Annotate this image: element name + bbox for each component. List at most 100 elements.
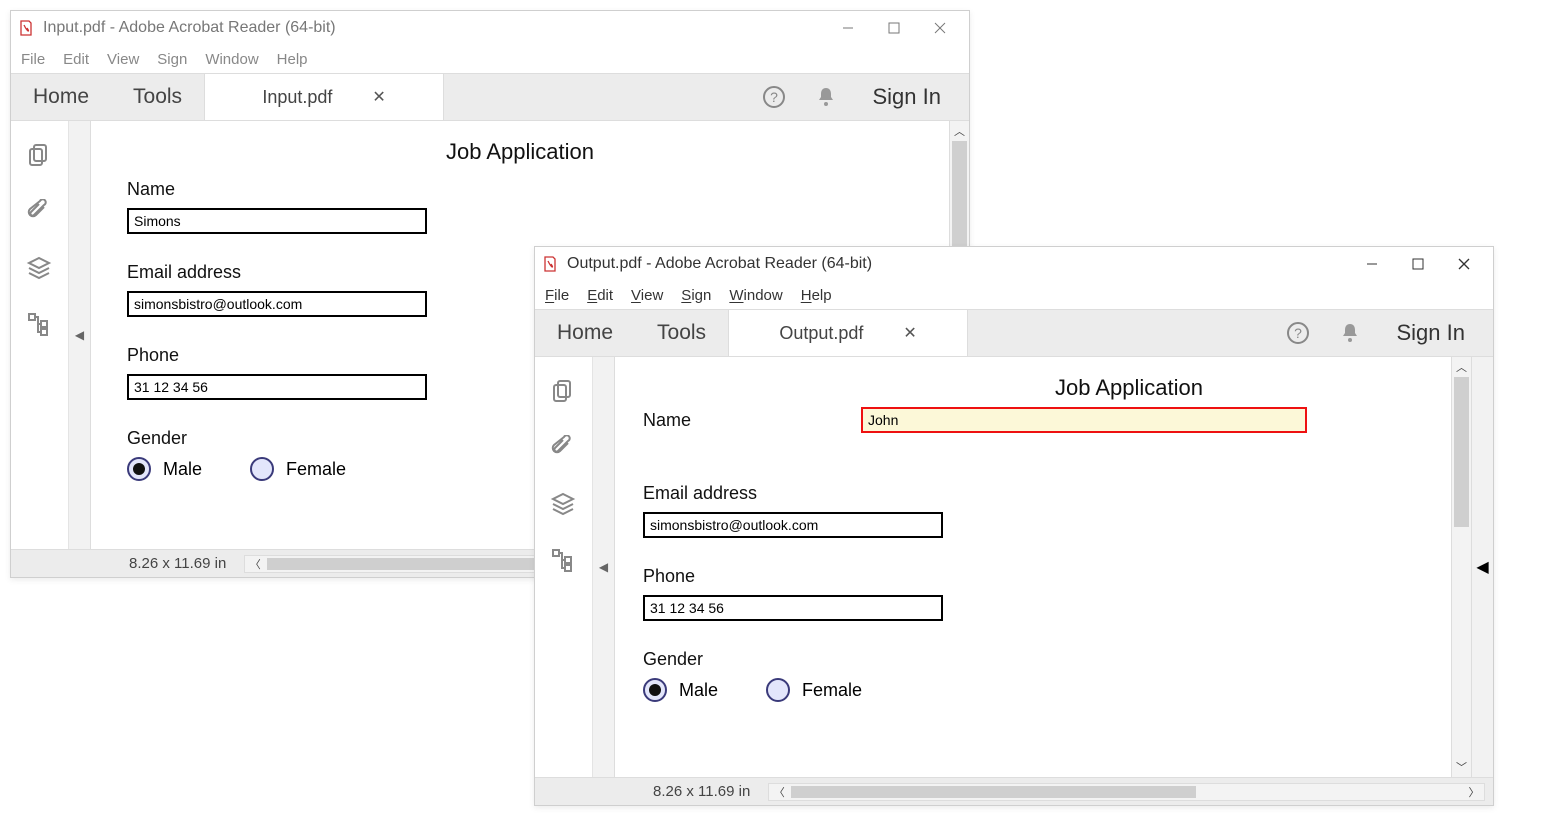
male-radio[interactable] xyxy=(127,457,151,481)
menu-edit[interactable]: Edit xyxy=(63,51,89,68)
maximize-button[interactable] xyxy=(871,13,917,43)
menu-sign[interactable]: Sign xyxy=(157,51,187,68)
toolbar: Home Tools Output.pdf ✕ ? Sign In xyxy=(535,309,1493,357)
close-button[interactable] xyxy=(1441,249,1487,279)
menu-view[interactable]: View xyxy=(631,287,663,304)
hscroll-thumb[interactable] xyxy=(791,786,1196,798)
horizontal-scrollbar[interactable]: 〈 〉 xyxy=(768,783,1485,801)
female-radio[interactable] xyxy=(250,457,274,481)
left-tool-panel xyxy=(11,121,69,549)
email-field[interactable] xyxy=(127,291,427,317)
email-label: Email address xyxy=(643,483,1415,504)
female-label: Female xyxy=(802,680,862,701)
acrobat-icon xyxy=(541,255,559,273)
left-tool-panel xyxy=(535,357,593,777)
name-label: Name xyxy=(127,179,913,200)
form-title: Job Application xyxy=(127,139,913,165)
phone-field[interactable] xyxy=(643,595,943,621)
document-view: Job Application Name Email address Phone xyxy=(615,357,1471,777)
menu-view[interactable]: View xyxy=(107,51,139,68)
tree-icon[interactable] xyxy=(26,311,54,339)
attachment-icon[interactable] xyxy=(26,199,54,227)
maximize-button[interactable] xyxy=(1395,249,1441,279)
toolbar: Home Tools Input.pdf ✕ ? Sign In xyxy=(11,73,969,121)
collapse-left-bar[interactable]: ◀ xyxy=(69,121,91,549)
minimize-button[interactable] xyxy=(1349,249,1395,279)
attachment-icon[interactable] xyxy=(550,435,578,463)
female-label: Female xyxy=(286,459,346,480)
signin-button[interactable]: Sign In xyxy=(863,84,952,110)
document-tab[interactable]: Output.pdf ✕ xyxy=(728,310,968,356)
window-title: Input.pdf - Adobe Acrobat Reader (64-bit… xyxy=(43,19,336,37)
page-dimensions: 8.26 x 11.69 in xyxy=(111,555,244,572)
home-button[interactable]: Home xyxy=(11,74,111,120)
menu-file[interactable]: File xyxy=(21,51,45,68)
document-content: Job Application Name Email address Phone xyxy=(615,357,1471,777)
titlebar: Input.pdf - Adobe Acrobat Reader (64-bit… xyxy=(11,11,969,45)
male-label: Male xyxy=(679,680,718,701)
form-title: Job Application xyxy=(843,375,1415,401)
signin-button[interactable]: Sign In xyxy=(1387,320,1476,346)
window-output: Output.pdf - Adobe Acrobat Reader (64-bi… xyxy=(534,246,1494,806)
male-label: Male xyxy=(163,459,202,480)
name-label: Name xyxy=(643,410,691,431)
menu-help[interactable]: Help xyxy=(801,287,832,304)
close-button[interactable] xyxy=(917,13,963,43)
svg-text:?: ? xyxy=(770,89,778,105)
minimize-button[interactable] xyxy=(825,13,871,43)
main-area: ◀ Job Application Name Email address Pho… xyxy=(535,357,1493,777)
scroll-right-icon[interactable]: 〉 xyxy=(1464,784,1484,800)
scroll-left-icon[interactable]: 〈 xyxy=(245,556,265,572)
triangle-left-icon: ◀ xyxy=(75,328,84,342)
document-tab-label: Input.pdf xyxy=(262,87,332,108)
triangle-left-icon: ◀ xyxy=(599,560,608,574)
bell-icon[interactable] xyxy=(811,82,841,112)
triangle-left-icon: ◀ xyxy=(1476,557,1488,577)
menubar: File Edit View Sign Window Help xyxy=(11,45,969,73)
close-tab-icon[interactable]: ✕ xyxy=(372,87,385,107)
collapse-left-bar[interactable]: ◀ xyxy=(593,357,615,777)
menu-window[interactable]: Window xyxy=(205,51,258,68)
menu-file[interactable]: File xyxy=(545,287,569,304)
vertical-scrollbar[interactable]: ︿ ﹀ xyxy=(1451,357,1471,777)
female-radio[interactable] xyxy=(766,678,790,702)
scroll-up-icon[interactable]: ︿ xyxy=(950,121,969,141)
scroll-down-icon[interactable]: ﹀ xyxy=(1452,757,1471,777)
gender-label: Gender xyxy=(643,649,1415,670)
menu-edit[interactable]: Edit xyxy=(587,287,613,304)
document-tab[interactable]: Input.pdf ✕ xyxy=(204,74,444,120)
tools-button[interactable]: Tools xyxy=(111,74,204,120)
menu-sign[interactable]: Sign xyxy=(681,287,711,304)
menu-window[interactable]: Window xyxy=(729,287,782,304)
statusbar: 8.26 x 11.69 in 〈 〉 xyxy=(535,777,1493,805)
titlebar: Output.pdf - Adobe Acrobat Reader (64-bi… xyxy=(535,247,1493,281)
pages-icon[interactable] xyxy=(26,143,54,171)
scroll-left-icon[interactable]: 〈 xyxy=(769,784,789,800)
phone-label: Phone xyxy=(643,566,1415,587)
home-button[interactable]: Home xyxy=(535,310,635,356)
document-tab-label: Output.pdf xyxy=(779,323,863,344)
email-field[interactable] xyxy=(643,512,943,538)
layers-icon[interactable] xyxy=(26,255,54,283)
help-icon[interactable]: ? xyxy=(1283,318,1313,348)
bell-icon[interactable] xyxy=(1335,318,1365,348)
tools-button[interactable]: Tools xyxy=(635,310,728,356)
scroll-thumb[interactable] xyxy=(1454,377,1469,527)
acrobat-icon xyxy=(17,19,35,37)
phone-field[interactable] xyxy=(127,374,427,400)
tree-icon[interactable] xyxy=(550,547,578,575)
male-radio[interactable] xyxy=(643,678,667,702)
close-tab-icon[interactable]: ✕ xyxy=(903,323,916,343)
layers-icon[interactable] xyxy=(550,491,578,519)
collapse-right-bar[interactable]: ◀ xyxy=(1471,357,1493,777)
svg-text:?: ? xyxy=(1294,325,1302,341)
name-field[interactable] xyxy=(861,407,1307,433)
window-title: Output.pdf - Adobe Acrobat Reader (64-bi… xyxy=(567,255,872,273)
scroll-up-icon[interactable]: ︿ xyxy=(1452,357,1471,377)
help-icon[interactable]: ? xyxy=(759,82,789,112)
page-dimensions: 8.26 x 11.69 in xyxy=(635,783,768,800)
menubar: File Edit View Sign Window Help xyxy=(535,281,1493,309)
menu-help[interactable]: Help xyxy=(277,51,308,68)
pages-icon[interactable] xyxy=(550,379,578,407)
name-field[interactable] xyxy=(127,208,427,234)
